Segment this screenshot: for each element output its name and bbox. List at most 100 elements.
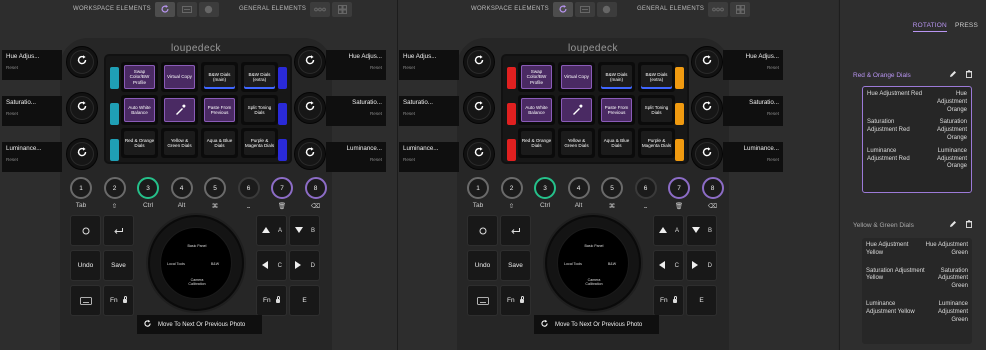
round-button-8[interactable]: 8 [701, 177, 724, 199]
touch-tile[interactable]: Paste From Previous [598, 95, 635, 125]
side-touch-key[interactable] [110, 67, 119, 89]
round-button-8[interactable]: 8 [304, 177, 327, 199]
square-buttons-view-button[interactable] [730, 1, 751, 17]
wheel-view-button[interactable] [198, 1, 219, 17]
side-touch-key[interactable] [110, 139, 119, 161]
undo-key[interactable]: Undo [467, 250, 498, 281]
touch-tile[interactable]: Swap Color/BW Profile [518, 62, 555, 92]
e-key[interactable]: E [289, 285, 320, 316]
fn-key-left[interactable]: Fn [103, 285, 134, 316]
touch-tile[interactable]: Yellow & Green Dials [161, 128, 198, 158]
round-buttons-view-button[interactable] [708, 1, 729, 17]
round-button-7[interactable]: 7 [668, 177, 690, 199]
touch-tile[interactable]: Virtual Copy [558, 62, 595, 92]
touch-tile[interactable]: B&W Dials (extra) [638, 62, 675, 92]
rotary-knob[interactable] [691, 92, 723, 124]
save-key[interactable]: Save [500, 250, 531, 281]
wheel-view-button[interactable] [596, 1, 617, 17]
side-touch-key[interactable] [278, 67, 287, 89]
enter-key[interactable] [103, 215, 134, 246]
side-touch-key[interactable] [507, 103, 516, 125]
group-card-red-orange[interactable]: Hue Adjustment Red Hue Adjustment Orange … [862, 86, 972, 193]
jog-wheel[interactable]: Basic Panel Local Tools B&W Camera Calibrat… [545, 215, 641, 311]
round-button-6[interactable]: 6 [634, 177, 657, 199]
side-touch-key[interactable] [675, 103, 684, 125]
tab-press[interactable]: PRESS [955, 22, 978, 32]
left-c-key[interactable]: C [256, 250, 287, 281]
round-button-1[interactable]: 1 [70, 177, 92, 199]
touch-tile[interactable]: Red & Orange Dials [518, 128, 555, 158]
side-touch-key[interactable] [278, 103, 287, 125]
keypad-view-button[interactable] [176, 1, 197, 17]
side-touch-key[interactable] [507, 67, 516, 89]
round-button-4[interactable]: 4 [567, 177, 590, 199]
touch-tile[interactable] [558, 95, 595, 125]
rotation-view-button[interactable] [154, 1, 175, 17]
pencil-icon[interactable] [949, 220, 957, 228]
tab-rotation[interactable]: ROTATION [912, 22, 947, 32]
side-touch-key[interactable] [278, 139, 287, 161]
touch-tile[interactable]: Paste From Previous [201, 95, 238, 125]
undo-key[interactable]: Undo [70, 250, 101, 281]
touch-tile[interactable]: Aqua & Blue Dials [201, 128, 238, 158]
fn-key-left[interactable]: Fn [500, 285, 531, 316]
side-touch-key[interactable] [675, 139, 684, 161]
right-d-key[interactable]: D [686, 250, 717, 281]
rotary-knob[interactable] [66, 138, 98, 170]
touch-tile[interactable]: Virtual Copy [161, 62, 198, 92]
rotary-knob[interactable] [463, 138, 495, 170]
up-a-key[interactable]: A [653, 215, 684, 246]
rotary-knob[interactable] [463, 46, 495, 78]
up-a-key[interactable]: A [256, 215, 287, 246]
touch-tile[interactable]: Aqua & Blue Dials [598, 128, 635, 158]
down-b-key[interactable]: B [686, 215, 717, 246]
round-button-6[interactable]: 6 [237, 177, 260, 199]
rotation-view-button[interactable] [552, 1, 573, 17]
jog-wheel[interactable]: Basic Panel Local Tools B&W Camera Calibrat… [148, 215, 244, 311]
round-buttons-view-button[interactable] [310, 1, 331, 17]
keyboard-key[interactable] [467, 285, 498, 316]
round-button-2[interactable]: 2 [500, 177, 523, 199]
side-touch-key[interactable] [507, 139, 516, 161]
rotary-knob[interactable] [294, 138, 326, 170]
down-b-key[interactable]: B [289, 215, 320, 246]
save-key[interactable]: Save [103, 250, 134, 281]
touch-tile[interactable]: B&W Dials (main) [201, 62, 238, 92]
enter-key[interactable] [500, 215, 531, 246]
round-button-2[interactable]: 2 [103, 177, 126, 199]
touch-tile[interactable]: B&W Dials (extra) [241, 62, 278, 92]
round-button-7[interactable]: 7 [271, 177, 293, 199]
e-key[interactable]: E [686, 285, 717, 316]
touch-tile[interactable]: Auto White Balance [121, 95, 158, 125]
side-touch-key[interactable] [675, 67, 684, 89]
touch-tile[interactable]: Split Toning Dials [241, 95, 278, 125]
jog-wheel-screen[interactable]: Basic Panel Local Tools B&W Camera Calibrat… [557, 227, 629, 299]
keyboard-key[interactable] [70, 285, 101, 316]
touch-tile[interactable]: Swap Color/BW Profile [121, 62, 158, 92]
rotary-knob[interactable] [691, 138, 723, 170]
round-button-3[interactable]: 3 [137, 177, 159, 199]
round-button-3[interactable]: 3 [534, 177, 556, 199]
rotary-knob[interactable] [463, 92, 495, 124]
touch-tile[interactable]: Red & Orange Dials [121, 128, 158, 158]
touch-tile[interactable]: B&W Dials (main) [598, 62, 635, 92]
trash-icon[interactable] [965, 70, 973, 78]
square-buttons-view-button[interactable] [332, 1, 353, 17]
touch-tile[interactable]: Auto White Balance [518, 95, 555, 125]
group-title-yellow-green[interactable]: Yellow & Green Dials [853, 222, 914, 229]
touch-tile[interactable] [161, 95, 198, 125]
rotary-knob[interactable] [294, 92, 326, 124]
rotary-knob[interactable] [66, 46, 98, 78]
circle-key[interactable] [467, 215, 498, 246]
rotary-knob[interactable] [691, 46, 723, 78]
touch-tile[interactable]: Purple & Magenta Dials [241, 128, 278, 158]
touch-tile[interactable]: Yellow & Green Dials [558, 128, 595, 158]
side-touch-key[interactable] [110, 103, 119, 125]
touch-tile[interactable]: Purple & Magenta Dials [638, 128, 675, 158]
jog-wheel-screen[interactable]: Basic Panel Local Tools B&W Camera Calibrat… [160, 227, 232, 299]
fn-key-right[interactable]: Fn [653, 285, 684, 316]
round-button-5[interactable]: 5 [601, 177, 623, 199]
touch-tile[interactable]: Split Toning Dials [638, 95, 675, 125]
group-card-yellow-green[interactable]: Hue Adjustment Yellow Hue Adjustment Gree… [862, 238, 972, 344]
group-title-red-orange[interactable]: Red & Orange Dials [853, 72, 911, 79]
